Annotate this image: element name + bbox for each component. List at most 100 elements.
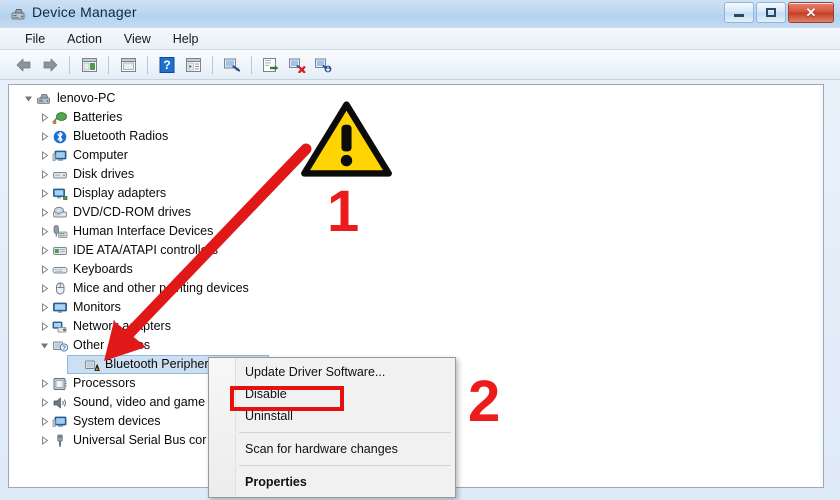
expand-arrow-icon[interactable] [39, 264, 50, 275]
tree-item-label: Network adapters [73, 319, 171, 334]
tree-item-label: Universal Serial Bus cor [73, 433, 207, 448]
window-controls: ✕ [724, 2, 834, 23]
expand-arrow-icon[interactable] [39, 112, 50, 123]
usb-icon [52, 433, 68, 449]
warning-device-icon [84, 357, 100, 373]
computer-icon [36, 91, 52, 107]
toolbar-separator [108, 55, 109, 74]
minimize-icon [734, 14, 744, 17]
menu-item-view[interactable]: View [113, 30, 162, 48]
maximize-button[interactable] [756, 2, 786, 23]
tree-item-label: IDE ATA/ATAPI controllers [73, 243, 218, 258]
toolbar-separator [212, 55, 213, 74]
hid-icon [52, 224, 68, 240]
show-hide-action-pane-button[interactable] [181, 54, 205, 76]
expand-arrow-icon[interactable] [39, 321, 50, 332]
show-hide-console-tree-button[interactable] [77, 54, 101, 76]
expand-arrow-icon[interactable] [39, 378, 50, 389]
window-title: Device Manager [32, 4, 137, 20]
expand-arrow-icon[interactable] [39, 397, 50, 408]
expand-arrow-icon[interactable] [39, 226, 50, 237]
context-menu-item-disable[interactable]: Disable [209, 383, 455, 405]
expand-arrow-icon[interactable] [39, 207, 50, 218]
tree-item-other-devices[interactable]: ? Other devices [9, 336, 823, 355]
tree-item-label: Keyboards [73, 262, 133, 277]
tree-item-network-adapters[interactable]: Network adapters [9, 317, 823, 336]
tree-item-disk-drives[interactable]: Disk drives [9, 165, 823, 184]
tree-item-dvd-cdrom-drives[interactable]: DVD/CD-ROM drives [9, 203, 823, 222]
device-manager-icon [11, 9, 25, 20]
context-menu[interactable]: Update Driver Software... Disable Uninst… [208, 357, 456, 498]
context-menu-separator [239, 432, 451, 433]
uninstall-device-icon [315, 58, 332, 72]
forward-icon [43, 58, 58, 71]
close-icon: ✕ [805, 5, 817, 20]
expand-arrow-icon[interactable] [39, 188, 50, 199]
minimize-button[interactable] [724, 2, 754, 23]
expand-arrow-icon[interactable] [39, 302, 50, 313]
toolbar: ? [0, 50, 840, 80]
tree-item-keyboards[interactable]: Keyboards [9, 260, 823, 279]
uninstall-device-button[interactable] [311, 54, 335, 76]
tree-item-label: Mice and other pointing devices [73, 281, 249, 296]
dvd-icon [52, 205, 68, 221]
keyboard-icon [52, 262, 68, 278]
expand-arrow-icon[interactable] [39, 245, 50, 256]
tree-item-label: Human Interface Devices [73, 224, 214, 239]
svg-text:?: ? [62, 345, 66, 352]
expand-arrow-icon[interactable] [39, 150, 50, 161]
sound-icon [52, 395, 68, 411]
forward-button[interactable] [38, 54, 62, 76]
tree-item-ide-ata-atapi-controllers[interactable]: IDE ATA/ATAPI controllers [9, 241, 823, 260]
tree-item-display-adapters[interactable]: Display adapters [9, 184, 823, 203]
tree-item-batteries[interactable]: Batteries [9, 108, 823, 127]
disable-device-button[interactable] [285, 54, 309, 76]
mouse-icon [52, 281, 68, 297]
tree-item-human-interface-devices[interactable]: Human Interface Devices [9, 222, 823, 241]
tree-item-label: Computer [73, 148, 128, 163]
ide-icon [52, 243, 68, 259]
menu-item-file[interactable]: File [14, 30, 56, 48]
help-button[interactable]: ? [155, 54, 179, 76]
tree-item-bluetooth-radios[interactable]: Bluetooth Radios [9, 127, 823, 146]
tree-item-label: Disk drives [73, 167, 135, 182]
tree-item-label: Batteries [73, 110, 123, 125]
scan-hardware-changes-button[interactable] [220, 54, 244, 76]
tree-item-mice-and-other-pointing-devices[interactable]: Mice and other pointing devices [9, 279, 823, 298]
back-button[interactable] [12, 54, 36, 76]
context-menu-item-scan-for-hardware-changes[interactable]: Scan for hardware changes [209, 438, 455, 460]
network-icon [52, 319, 68, 335]
device-manager-window: Device Manager ✕ File Action View Help ?… [0, 0, 840, 500]
collapse-arrow-icon[interactable] [23, 93, 34, 104]
menu-item-help[interactable]: Help [162, 30, 210, 48]
context-menu-item-update-driver-software[interactable]: Update Driver Software... [209, 361, 455, 383]
update-driver-icon [263, 57, 279, 72]
help-icon: ? [159, 56, 175, 73]
update-driver-button[interactable] [259, 54, 283, 76]
svg-text:?: ? [163, 58, 170, 72]
properties-icon [120, 57, 136, 72]
expand-arrow-icon[interactable] [39, 169, 50, 180]
system-icon [52, 414, 68, 430]
tree-item-computer[interactable]: Computer [9, 146, 823, 165]
tree-item-label: DVD/CD-ROM drives [73, 205, 192, 220]
tree-item-monitors[interactable]: Monitors [9, 298, 823, 317]
context-menu-separator [239, 465, 451, 466]
context-menu-item-properties[interactable]: Properties [209, 471, 455, 493]
bluetooth-icon [52, 129, 68, 145]
context-menu-item-uninstall[interactable]: Uninstall [209, 405, 455, 427]
expand-arrow-icon[interactable] [39, 416, 50, 427]
close-button[interactable]: ✕ [788, 2, 834, 23]
tree-item-label: Processors [73, 376, 136, 391]
tree-item-label: Monitors [73, 300, 121, 315]
expand-arrow-icon[interactable] [39, 435, 50, 446]
expand-arrow-icon[interactable] [39, 283, 50, 294]
properties-button[interactable] [116, 54, 140, 76]
disk-icon [52, 167, 68, 183]
tree-item-root[interactable]: lenovo-PC [9, 89, 823, 108]
tree-item-label: System devices [73, 414, 161, 429]
menu-item-action[interactable]: Action [56, 30, 113, 48]
expand-arrow-icon[interactable] [39, 131, 50, 142]
collapse-arrow-icon[interactable] [39, 340, 50, 351]
display-icon [52, 186, 68, 202]
